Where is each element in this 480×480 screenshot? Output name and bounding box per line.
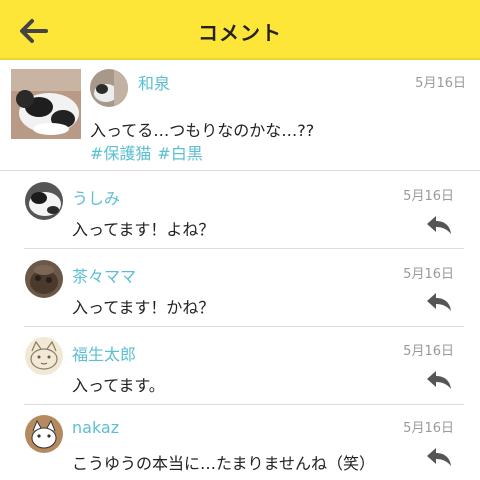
comment-item: 茶々ママ 5月16日 入ってます！かね？ — [0, 249, 480, 327]
comment-date: 5月16日 — [403, 189, 454, 204]
post-tags: #保護猫 #白黒 — [90, 140, 209, 164]
app-header: コメント — [0, 0, 480, 60]
comment-text: こうゆうの本当に…たまりませんね（笑） — [72, 454, 376, 473]
post-photo[interactable] — [11, 69, 81, 139]
comment-date: 5月16日 — [403, 421, 454, 436]
hashtag-link[interactable]: #保護猫 — [90, 144, 151, 163]
hashtag-link[interactable]: #白黒 — [157, 144, 202, 163]
reply-arrow-icon — [427, 371, 451, 389]
reply-arrow-icon — [427, 293, 451, 311]
reply-button[interactable] — [426, 215, 452, 235]
avatar[interactable] — [25, 260, 63, 298]
comment-item: 福生太郎 5月16日 入ってます。 — [0, 327, 480, 405]
comment-author-name[interactable]: nakaz — [72, 418, 119, 437]
comment-text: 入ってます。 — [72, 376, 165, 395]
comment-author-name[interactable]: うしみ — [72, 185, 120, 209]
post-header: 和泉 5月16日 入ってる…つもりなのかな…?? #保護猫 #白黒 — [0, 60, 480, 171]
comment-item: nakaz 5月16日 こうゆうの本当に…たまりませんね（笑） — [0, 405, 480, 480]
avatar[interactable] — [25, 415, 63, 453]
reply-arrow-icon — [427, 448, 451, 466]
post-author-name[interactable]: 和泉 — [138, 70, 170, 94]
comment-text: 入ってます！かね？ — [72, 298, 215, 317]
avatar[interactable] — [25, 182, 63, 220]
reply-button[interactable] — [426, 447, 452, 467]
avatar[interactable] — [25, 337, 63, 375]
post-date: 5月16日 — [415, 76, 466, 91]
comment-author-name[interactable]: 茶々ママ — [72, 263, 136, 287]
avatar[interactable] — [90, 69, 128, 107]
comment-item: うしみ 5月16日 入ってます！よね？ — [0, 171, 480, 249]
comment-text: 入ってます！よね？ — [72, 220, 215, 239]
comment-date: 5月16日 — [403, 344, 454, 359]
reply-button[interactable] — [426, 370, 452, 390]
page-title: コメント — [198, 21, 282, 45]
reply-arrow-icon — [427, 216, 451, 234]
post-text: 入ってる…つもりなのかな…?? — [90, 121, 315, 140]
comment-date: 5月16日 — [403, 267, 454, 282]
reply-button[interactable] — [426, 292, 452, 312]
comment-author-name[interactable]: 福生太郎 — [72, 341, 136, 365]
